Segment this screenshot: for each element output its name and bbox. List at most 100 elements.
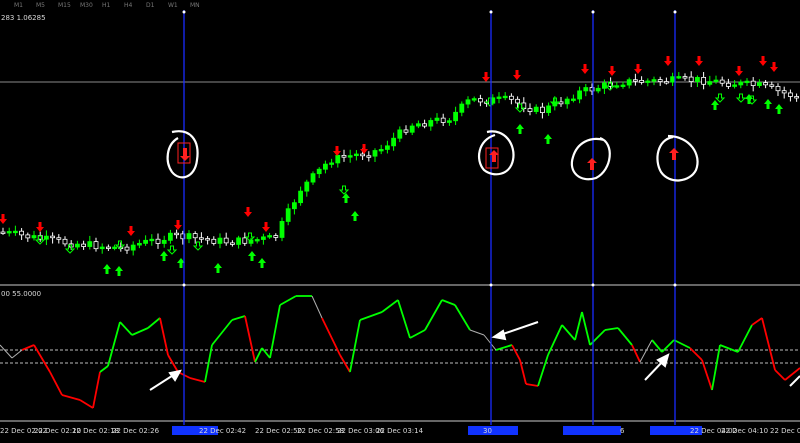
timeframe-tab[interactable]: H1 [102,2,111,9]
candle-body [757,82,762,86]
candle-body [186,233,192,240]
candle-body [124,246,130,251]
candle-body [378,149,384,152]
candle-body [459,103,465,113]
timeframe-tab[interactable]: H4 [124,2,133,9]
candle-body [738,81,744,86]
timeframe-tab[interactable]: M1 [14,2,23,9]
candle-body [254,239,260,242]
candle-body [403,129,409,133]
time-label: 22 Dec 02:50 [255,427,302,435]
candle-body [372,150,378,157]
candle-body [409,125,415,133]
candle-body [657,79,663,82]
time-label: 22 Dec 03:14 [376,427,424,435]
candle-body [353,153,359,157]
candle-body [440,117,446,123]
trading-chart[interactable]: M1 M5 M15 M30 H1 H4 D1 W1 MN 283 1.06285 00 55.0… [0,0,800,443]
time-highlight [563,426,621,435]
candle-body [397,129,403,139]
candle-body [174,232,180,236]
candle-body [310,173,316,183]
candle-body [533,106,539,112]
candle-body [682,76,688,79]
timeframe-toolbar: M1 M5 M15 M30 H1 H4 D1 W1 MN [0,0,800,9]
candle-body [422,123,428,127]
candle-body [316,168,322,175]
candle-body [12,230,18,234]
candle-body [279,221,285,238]
candle-body [341,155,347,158]
candle-body [496,96,502,99]
candle-body [670,76,675,83]
candle-body [626,79,632,86]
candle-body [633,79,638,82]
candle-body [676,76,682,79]
candle-body [62,238,68,245]
candle-body [428,120,434,127]
candle-body [515,98,520,104]
candle-body [577,90,582,100]
candle-body [695,77,700,82]
candle-body [360,153,366,157]
candle-body [285,208,291,222]
candle-body [44,235,49,240]
time-label: 6 [620,427,625,435]
candle-body [595,87,601,92]
candle-body [564,98,570,105]
candle-body [242,237,248,244]
candle-body [167,232,173,241]
candle-body [31,235,37,239]
candle-body [707,81,713,85]
candle-body [571,98,576,101]
candle-body [322,163,328,170]
candle-body [775,86,781,92]
candle-body [546,105,551,113]
timeframe-tab[interactable]: D1 [146,2,155,9]
candle-body [620,84,626,87]
candle-body [93,241,99,250]
candle-body [366,155,372,158]
candle-body [527,108,533,112]
candle-body [87,241,93,247]
candle-body [25,234,31,239]
candle-body [236,237,242,245]
time-label: 30 [483,427,492,435]
candle-body [781,90,787,94]
candle-body [229,242,235,245]
candle-body [136,242,142,246]
candle-body [304,181,310,192]
timeframe-tab[interactable]: M15 [58,2,71,9]
candle-body [149,238,155,242]
candle-body [161,239,167,244]
timeframe-tab[interactable]: M5 [36,2,45,9]
candle-body [99,246,105,250]
candle-body [688,76,694,82]
candle-body [769,84,775,87]
candle-body [192,233,198,239]
candle-body [763,82,768,86]
timeframe-tab[interactable]: MN [190,2,200,9]
candle-body [788,92,793,97]
timeframe-tab[interactable]: W1 [168,2,178,9]
timeframe-tab[interactable]: M30 [80,2,93,9]
candle-body [335,155,341,164]
price-panel-label: 283 1.06285 [1,14,46,22]
candle-body [260,236,266,240]
time-label: 22 Dec 02:26 [112,427,160,435]
time-label: 22 Dec 04:10 [721,427,768,435]
candle-body [614,85,620,88]
candle-body [347,155,353,158]
candle-body [434,117,440,121]
candle-body [415,123,421,127]
candle-body [664,81,669,84]
candle-body [645,80,651,83]
candle-body [106,246,111,249]
candle-body [143,239,149,244]
candle-body [583,87,589,92]
candle-body [446,120,452,123]
candle-body [130,244,136,251]
candle-body [651,79,657,82]
candle-body [217,237,223,244]
time-highlight [468,426,518,435]
